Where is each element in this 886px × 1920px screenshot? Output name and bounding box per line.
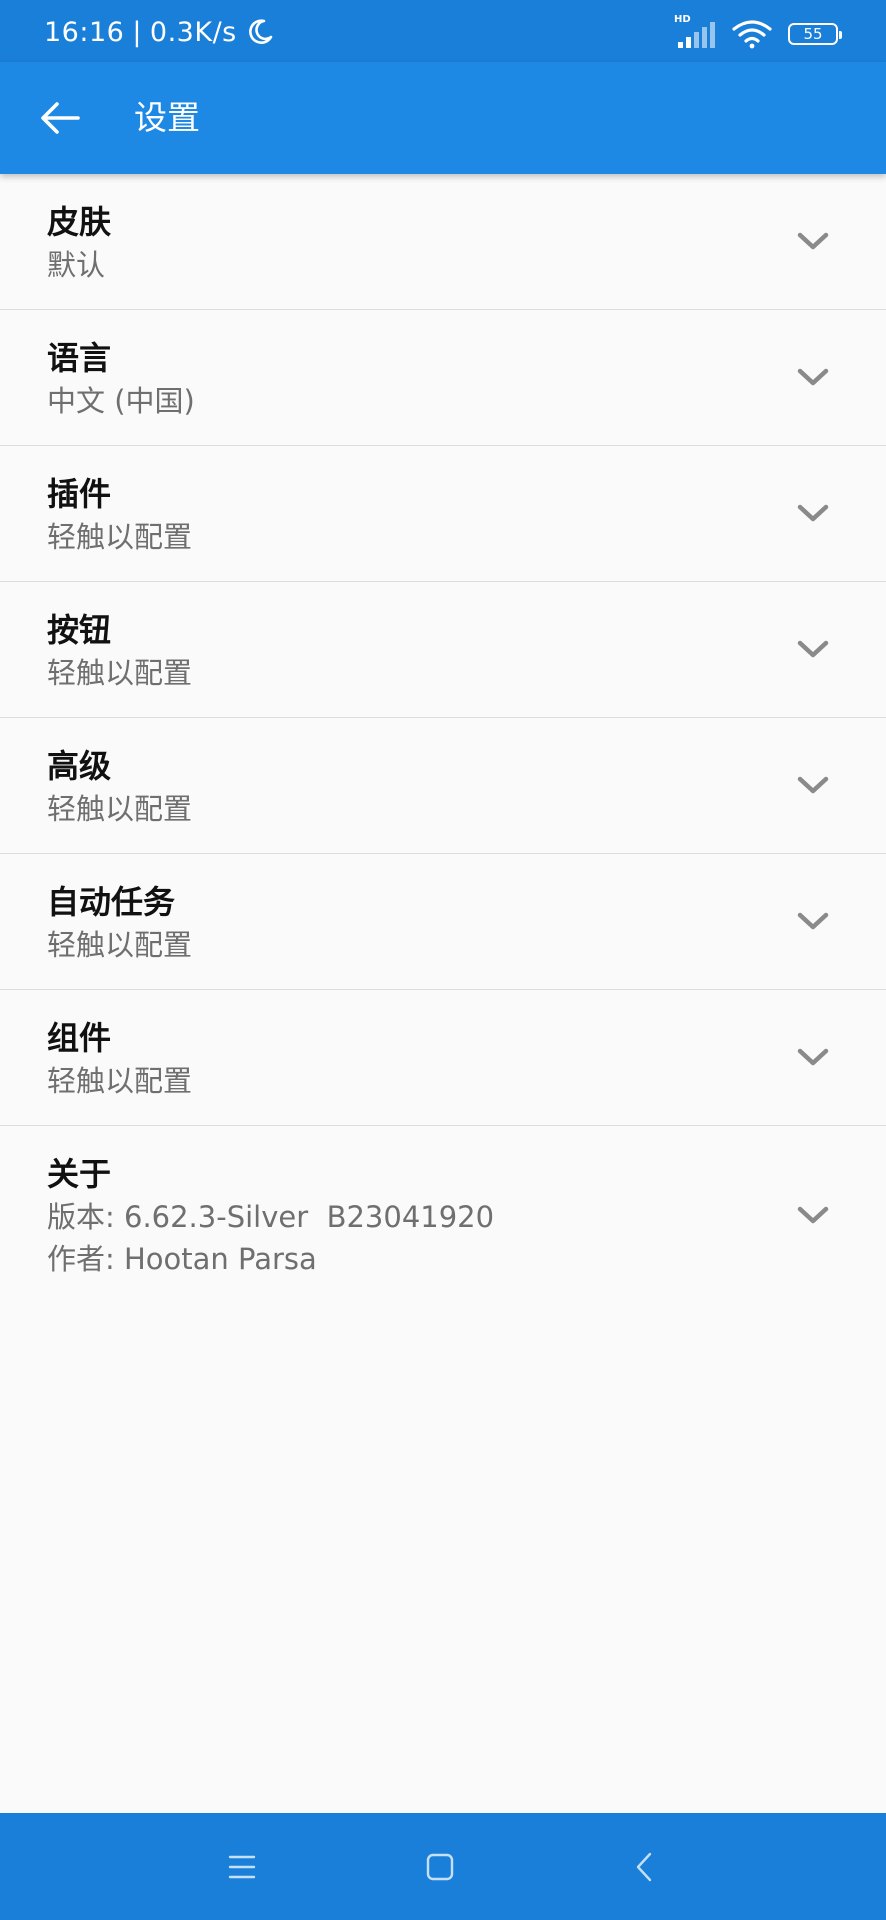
setting-skin[interactable]: 皮肤 默认 bbox=[0, 174, 886, 310]
status-separator: | bbox=[132, 16, 142, 48]
setting-language[interactable]: 语言 中文 (中国) bbox=[0, 310, 886, 446]
status-network-speed: 0.3K/s bbox=[149, 16, 237, 48]
status-bar: 16:16 | 0.3K/s HD 55 bbox=[0, 0, 886, 62]
chevron-down-icon bbox=[797, 1206, 829, 1224]
setting-about[interactable]: 关于 版本: 6.62.3-Silver B23041920 作者: Hoota… bbox=[0, 1126, 886, 1306]
settings-list: 皮肤 默认 语言 中文 (中国) 插件 轻触以配置 按钮 轻触以配置 高级 轻触… bbox=[0, 174, 886, 1306]
setting-subtitle: 默认 bbox=[47, 248, 106, 282]
chevron-down-icon bbox=[797, 368, 829, 385]
chevron-down-icon bbox=[797, 1048, 829, 1065]
setting-text: 插件 轻触以配置 bbox=[47, 474, 192, 558]
setting-subtitle: 轻触以配置 bbox=[47, 792, 193, 826]
nav-bar bbox=[0, 1813, 886, 1920]
back-icon bbox=[636, 1852, 652, 1882]
setting-text: 关于 版本: 6.62.3-Silver B23041920 作者: Hoota… bbox=[47, 1154, 494, 1280]
setting-advanced[interactable]: 高级 轻触以配置 bbox=[0, 718, 886, 854]
wifi-icon bbox=[732, 19, 772, 49]
screen: 16:16 | 0.3K/s HD 55 设置 皮肤 默认 语言 中文 (中国)… bbox=[0, 0, 886, 1920]
setting-title: 高级 bbox=[47, 747, 112, 785]
signal-icon: HD bbox=[674, 14, 716, 50]
chevron-down-icon bbox=[797, 504, 829, 521]
setting-title: 组件 bbox=[47, 1019, 112, 1057]
setting-title: 自动任务 bbox=[47, 883, 176, 921]
setting-version: 版本: 6.62.3-Silver B23041920 bbox=[47, 1200, 495, 1234]
nav-menu-button[interactable] bbox=[218, 1843, 266, 1891]
setting-plugins[interactable]: 插件 轻触以配置 bbox=[0, 446, 886, 582]
setting-title: 按钮 bbox=[47, 611, 112, 649]
setting-text: 自动任务 轻触以配置 bbox=[47, 882, 192, 966]
moon-icon bbox=[245, 17, 275, 47]
setting-title: 插件 bbox=[47, 475, 112, 513]
arrow-left-icon bbox=[41, 102, 80, 134]
setting-subtitle: 轻触以配置 bbox=[47, 656, 193, 690]
setting-author: 作者: Hootan Parsa bbox=[47, 1242, 317, 1276]
battery-icon: 55 bbox=[788, 23, 842, 45]
setting-text: 按钮 轻触以配置 bbox=[47, 610, 192, 694]
setting-buttons[interactable]: 按钮 轻触以配置 bbox=[0, 582, 886, 718]
setting-subtitle: 中文 (中国) bbox=[47, 384, 195, 418]
setting-text: 组件 轻触以配置 bbox=[47, 1018, 192, 1102]
battery-level: 55 bbox=[803, 25, 823, 43]
nav-home-button[interactable] bbox=[416, 1843, 464, 1891]
setting-subtitle: 轻触以配置 bbox=[47, 928, 193, 962]
hd-badge: HD bbox=[674, 14, 691, 25]
chevron-down-icon bbox=[797, 640, 829, 657]
page-title: 设置 bbox=[134, 98, 200, 137]
home-icon bbox=[426, 1853, 454, 1881]
setting-text: 高级 轻触以配置 bbox=[47, 746, 192, 830]
chevron-down-icon bbox=[797, 776, 829, 793]
chevron-down-icon bbox=[797, 912, 829, 929]
back-button[interactable] bbox=[30, 90, 90, 146]
app-bar: 设置 bbox=[0, 62, 886, 174]
menu-icon bbox=[228, 1855, 256, 1879]
setting-title: 皮肤 bbox=[47, 203, 112, 241]
setting-automation[interactable]: 自动任务 轻触以配置 bbox=[0, 854, 886, 990]
nav-back-button[interactable] bbox=[620, 1843, 668, 1891]
setting-subtitle: 轻触以配置 bbox=[47, 1064, 193, 1098]
chevron-down-icon bbox=[797, 232, 829, 249]
status-left: 16:16 | 0.3K/s bbox=[44, 16, 275, 48]
status-time: 16:16 bbox=[44, 16, 125, 48]
setting-text: 语言 中文 (中国) bbox=[47, 338, 195, 422]
setting-subtitle: 轻触以配置 bbox=[47, 520, 193, 554]
status-right: HD 55 bbox=[674, 14, 842, 52]
setting-title: 关于 bbox=[47, 1155, 112, 1193]
setting-widgets[interactable]: 组件 轻触以配置 bbox=[0, 990, 886, 1126]
setting-text: 皮肤 默认 bbox=[47, 202, 111, 286]
setting-title: 语言 bbox=[47, 339, 112, 377]
